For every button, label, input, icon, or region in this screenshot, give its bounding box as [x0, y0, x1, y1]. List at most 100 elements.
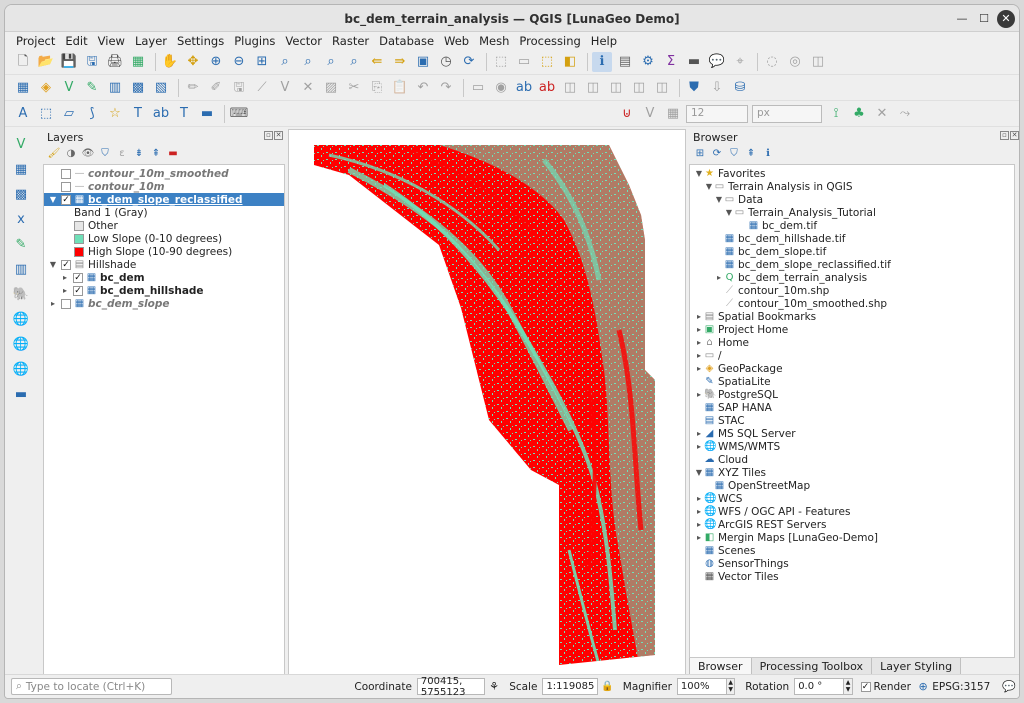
paste-icon[interactable]: 📋: [390, 78, 410, 98]
label-change-icon[interactable]: ◫: [606, 78, 626, 98]
star-icon[interactable]: ☆: [105, 104, 125, 124]
filter-icon[interactable]: ⛉: [98, 147, 112, 161]
layer-bc-dem-hillshade[interactable]: ▸ ✓ ▦ bc_dem_hillshade: [44, 284, 284, 297]
save-edits-icon[interactable]: 🖫: [229, 78, 249, 98]
browser-item-openstreetmap[interactable]: ▦ OpenStreetMap: [690, 479, 1014, 492]
render-checkbox[interactable]: ✓: [860, 681, 871, 692]
new-layer-icon[interactable]: ◈: [36, 78, 56, 98]
edit-pencil-icon[interactable]: ✐: [206, 78, 226, 98]
add-mesh-layer-icon[interactable]: ▩: [11, 184, 31, 204]
text-abc-icon[interactable]: ab: [151, 104, 171, 124]
add-raster-layer-icon[interactable]: ▦: [11, 159, 31, 179]
add-virtual-layer-icon[interactable]: ▬: [11, 384, 31, 404]
label-pin-icon[interactable]: ◉: [491, 78, 511, 98]
browser-item-root[interactable]: ▸ ▭ /: [690, 349, 1014, 362]
browser-item-tutorial-folder[interactable]: ▼ ▭ Terrain_Analysis_Tutorial: [690, 206, 1014, 219]
annotation-text-icon[interactable]: ◫: [808, 52, 828, 72]
browser-item-favorites[interactable]: ▼ ★ Favorites: [690, 167, 1014, 180]
save-as-icon[interactable]: 🖫: [82, 52, 102, 72]
lock-scale-icon[interactable]: 🔒: [601, 677, 613, 697]
browser-item-home[interactable]: ▸ ⌂ Home: [690, 336, 1014, 349]
pan-to-selection-icon[interactable]: ✥: [183, 52, 203, 72]
browser-item-wms-wmts[interactable]: ▸ 🌐 WMS/WMTS: [690, 440, 1014, 453]
browser-item-slope-reclassified-tif[interactable]: ▦ bc_dem_slope_reclassified.tif: [690, 258, 1014, 271]
add-group-icon[interactable]: ◑: [64, 147, 78, 161]
label-tool-icon[interactable]: ▭: [468, 78, 488, 98]
map-canvas[interactable]: [288, 129, 686, 676]
add-wms-layer-icon[interactable]: 🌐: [11, 309, 31, 329]
close-panel-icon[interactable]: ✕: [274, 131, 283, 140]
layer-checkbox[interactable]: ✓: [73, 285, 83, 296]
redo-icon[interactable]: ↷: [436, 78, 456, 98]
expand-arrow-icon[interactable]: ▸: [694, 390, 704, 399]
trace-icon[interactable]: ⟟: [826, 104, 846, 124]
snap-grid-icon[interactable]: ▦: [663, 104, 683, 124]
menu-mesh[interactable]: Mesh: [474, 32, 514, 49]
expand-arrow-icon[interactable]: ▸: [694, 494, 704, 503]
refresh-icon[interactable]: ⟳: [459, 52, 479, 72]
label-properties-icon[interactable]: ◫: [652, 78, 672, 98]
remove-layer-icon[interactable]: ▬: [166, 147, 180, 161]
expand-arrow-icon[interactable]: ▸: [694, 338, 704, 347]
layer-contour-10m[interactable]: — contour_10m: [44, 180, 284, 193]
add-mesh-icon[interactable]: ▥: [105, 78, 125, 98]
reshape-icon[interactable]: ⤳: [895, 104, 915, 124]
script-icon[interactable]: ⌨: [229, 104, 249, 124]
topology-icon[interactable]: ♣: [849, 104, 869, 124]
zoom-out-icon[interactable]: ⊖: [229, 52, 249, 72]
attribute-table-icon[interactable]: ▤: [615, 52, 635, 72]
expand-arrow-icon[interactable]: ▸: [60, 273, 70, 282]
menu-layer[interactable]: Layer: [130, 32, 172, 49]
style-manager-icon[interactable]: ▦: [128, 52, 148, 72]
select-value-icon[interactable]: ▭: [514, 52, 534, 72]
layer-checkbox[interactable]: [61, 168, 71, 179]
expand-arrow-icon[interactable]: ▸: [694, 442, 704, 451]
add-gpx-icon[interactable]: ▥: [11, 259, 31, 279]
add-wfs-layer-icon[interactable]: 🌐: [11, 359, 31, 379]
expand-all-icon[interactable]: ⇟: [132, 147, 146, 161]
layer-checkbox[interactable]: ✓: [61, 259, 71, 270]
maximize-icon[interactable]: ☐: [975, 10, 993, 28]
expand-arrow-icon[interactable]: ▸: [694, 364, 704, 373]
browser-item-postgresql[interactable]: ▸ 🐘 PostgreSQL: [690, 388, 1014, 401]
refresh-icon[interactable]: ⟳: [710, 147, 724, 161]
new-project-icon[interactable]: 🗋: [13, 52, 33, 72]
browser-item-scenes[interactable]: ▦ Scenes: [690, 544, 1014, 557]
slope-raster-map[interactable]: [289, 130, 685, 675]
browser-item-contour-shp[interactable]: ⟋ contour_10m.shp: [690, 284, 1014, 297]
expand-arrow-icon[interactable]: ▸: [694, 429, 704, 438]
expand-arrow-icon[interactable]: ▸: [694, 312, 704, 321]
expand-arrow-icon[interactable]: ▸: [694, 507, 704, 516]
add-feature-icon[interactable]: V: [275, 78, 295, 98]
text-frame-icon[interactable]: T: [174, 104, 194, 124]
expand-arrow-icon[interactable]: ▸: [694, 351, 704, 360]
messages-icon[interactable]: 💬: [1002, 677, 1016, 697]
add-wfs-icon[interactable]: ▧: [151, 78, 171, 98]
zoom-in-icon[interactable]: ⊕: [206, 52, 226, 72]
menu-raster[interactable]: Raster: [327, 32, 374, 49]
undo-icon[interactable]: ↶: [413, 78, 433, 98]
filter-expression-icon[interactable]: ε: [115, 147, 129, 161]
zoom-layer-icon[interactable]: ⌕: [321, 52, 341, 72]
browser-item-data[interactable]: ▼ ▭ Data: [690, 193, 1014, 206]
collapse-arrow-icon[interactable]: ▼: [694, 169, 704, 178]
shield-icon[interactable]: ⛊: [684, 78, 704, 98]
expand-arrow-icon[interactable]: ▸: [694, 533, 704, 542]
close-icon[interactable]: ✕: [997, 10, 1015, 28]
shape-polygon-icon[interactable]: ▱: [59, 104, 79, 124]
browser-item-cloud[interactable]: ☁ Cloud: [690, 453, 1014, 466]
label-abc-icon[interactable]: ab: [514, 78, 534, 98]
locator-bar[interactable]: ⌕ Type to locate (Ctrl+K): [11, 678, 173, 695]
collapse-all-icon[interactable]: ⇞: [744, 147, 758, 161]
zoom-rubberband-icon[interactable]: ⊞: [252, 52, 272, 72]
delete-selected-icon[interactable]: ▨: [321, 78, 341, 98]
float-panel-icon[interactable]: ▫: [264, 131, 273, 140]
select-move-icon[interactable]: ⬚: [36, 104, 56, 124]
layer-contour-10m-smoothed[interactable]: — contour_10m_smoothed: [44, 167, 284, 180]
magnet-snapping-icon[interactable]: ⊍: [617, 104, 637, 124]
deselect-icon[interactable]: ⬚: [537, 52, 557, 72]
browser-item-project-home[interactable]: ▸ ▣ Project Home: [690, 323, 1014, 336]
crs-label[interactable]: EPSG:3157: [932, 681, 990, 693]
style-brush-icon[interactable]: 🖌: [47, 147, 61, 161]
close-panel-icon[interactable]: ✕: [1010, 131, 1019, 140]
